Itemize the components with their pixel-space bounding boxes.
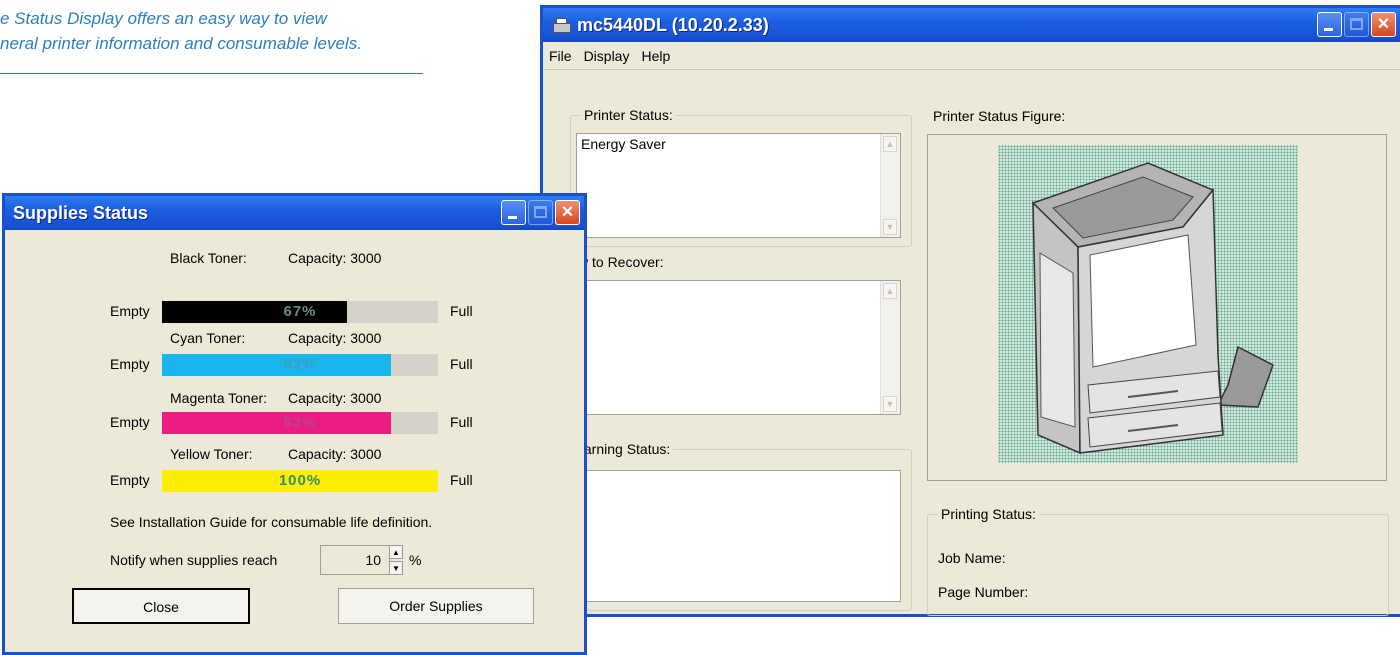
- black-empty-label: Empty: [110, 303, 150, 319]
- installation-note: See Installation Guide for consumable li…: [110, 514, 433, 530]
- warning-status-box[interactable]: [576, 470, 901, 602]
- cyan-toner-bar: 82%: [162, 354, 438, 376]
- yellow-toner-label: Yellow Toner:: [170, 446, 253, 462]
- notify-threshold-input[interactable]: 10: [320, 545, 390, 575]
- printer-status-scrollbar[interactable]: ▲ ▼: [880, 134, 900, 237]
- minimize-icon: [1324, 28, 1333, 31]
- menu-bar: File Display Help: [543, 42, 1400, 70]
- caption-divider: [0, 73, 423, 74]
- how-to-recover-label: w to Recover:: [578, 254, 664, 270]
- black-toner-bar: 67%: [162, 301, 438, 323]
- magenta-toner-percent: 83%: [283, 414, 317, 431]
- close-icon: ×: [561, 201, 574, 223]
- cyan-empty-label: Empty: [110, 356, 150, 372]
- supplies-maximize-button[interactable]: [528, 200, 553, 225]
- yellow-empty-label: Empty: [110, 472, 150, 488]
- maximize-icon: [1350, 18, 1363, 30]
- warning-status-label: /arning Status:: [577, 441, 674, 457]
- printer-figure-label: Printer Status Figure:: [933, 108, 1066, 124]
- supplies-window-title: Supplies Status: [13, 202, 149, 223]
- scroll-down-icon[interactable]: ▼: [883, 219, 897, 235]
- black-toner-capacity: Capacity: 3000: [288, 250, 382, 266]
- minimize-icon: [508, 216, 517, 219]
- main-window-title: mc5440DL (10.20.2.33): [577, 14, 769, 35]
- caption-text: e Status Display offers an easy way to v…: [0, 6, 426, 56]
- menu-file[interactable]: File: [543, 48, 578, 64]
- cyan-toner-label: Cyan Toner:: [170, 330, 246, 346]
- main-maximize-button[interactable]: [1344, 12, 1369, 37]
- printer-status-label: Printer Status:: [581, 107, 676, 123]
- yellow-toner-bar: 100%: [162, 470, 438, 492]
- recover-scrollbar[interactable]: ▲ ▼: [880, 281, 900, 414]
- page-number-label: Page Number:: [938, 584, 1029, 600]
- status-display-window: mc5440DL (10.20.2.33) × File Display Hel…: [540, 5, 1400, 617]
- notify-label: Notify when supplies reach: [110, 552, 278, 568]
- magenta-full-label: Full: [450, 414, 473, 430]
- notify-stepper[interactable]: ▲ ▼: [389, 545, 405, 575]
- magenta-empty-label: Empty: [110, 414, 150, 430]
- yellow-toner-capacity: Capacity: 3000: [288, 446, 382, 462]
- scroll-up-icon[interactable]: ▲: [883, 136, 897, 152]
- job-name-label: Job Name:: [938, 550, 1006, 566]
- scroll-down-icon[interactable]: ▼: [883, 396, 897, 412]
- cyan-toner-percent: 82%: [283, 356, 317, 373]
- supplies-minimize-button[interactable]: [501, 200, 526, 225]
- supplies-status-window: Supplies Status × Black Toner: Capacity:…: [2, 193, 587, 655]
- stepper-up-icon[interactable]: ▲: [389, 545, 403, 559]
- supplies-titlebar[interactable]: Supplies Status ×: [5, 196, 584, 230]
- supplies-close-x-button[interactable]: ×: [555, 200, 580, 225]
- main-close-button[interactable]: ×: [1371, 12, 1396, 37]
- maximize-icon: [534, 206, 547, 218]
- printer-image: [1031, 162, 1274, 455]
- menu-display[interactable]: Display: [578, 48, 636, 64]
- how-to-recover-box[interactable]: ▲ ▼: [576, 280, 901, 415]
- scroll-up-icon[interactable]: ▲: [883, 283, 897, 299]
- printer-figure-panel: [927, 134, 1387, 481]
- magenta-toner-capacity: Capacity: 3000: [288, 390, 382, 406]
- yellow-full-label: Full: [450, 472, 473, 488]
- printer-icon: [551, 17, 571, 33]
- magenta-toner-label: Magenta Toner:: [170, 390, 268, 406]
- printer-status-value: Energy Saver: [581, 136, 666, 152]
- black-toner-percent: 67%: [283, 303, 317, 320]
- order-supplies-button[interactable]: Order Supplies: [338, 588, 534, 624]
- cyan-toner-capacity: Capacity: 3000: [288, 330, 382, 346]
- black-full-label: Full: [450, 303, 473, 319]
- close-icon: ×: [1377, 13, 1390, 35]
- caption-line-2: neral printer information and consumable…: [0, 34, 362, 53]
- magenta-toner-bar: 83%: [162, 412, 438, 434]
- main-titlebar[interactable]: mc5440DL (10.20.2.33) ×: [543, 8, 1400, 42]
- printer-status-box[interactable]: Energy Saver ▲ ▼: [576, 133, 901, 238]
- black-toner-label: Black Toner:: [170, 250, 247, 266]
- notify-unit: %: [409, 552, 422, 568]
- main-minimize-button[interactable]: [1317, 12, 1342, 37]
- caption-line-1: e Status Display offers an easy way to v…: [0, 9, 327, 28]
- close-button[interactable]: Close: [72, 588, 250, 624]
- yellow-toner-percent: 100%: [278, 472, 322, 489]
- cyan-full-label: Full: [450, 356, 473, 372]
- stepper-down-icon[interactable]: ▼: [389, 561, 403, 575]
- menu-help[interactable]: Help: [635, 48, 676, 64]
- printing-status-label: Printing Status:: [938, 506, 1039, 522]
